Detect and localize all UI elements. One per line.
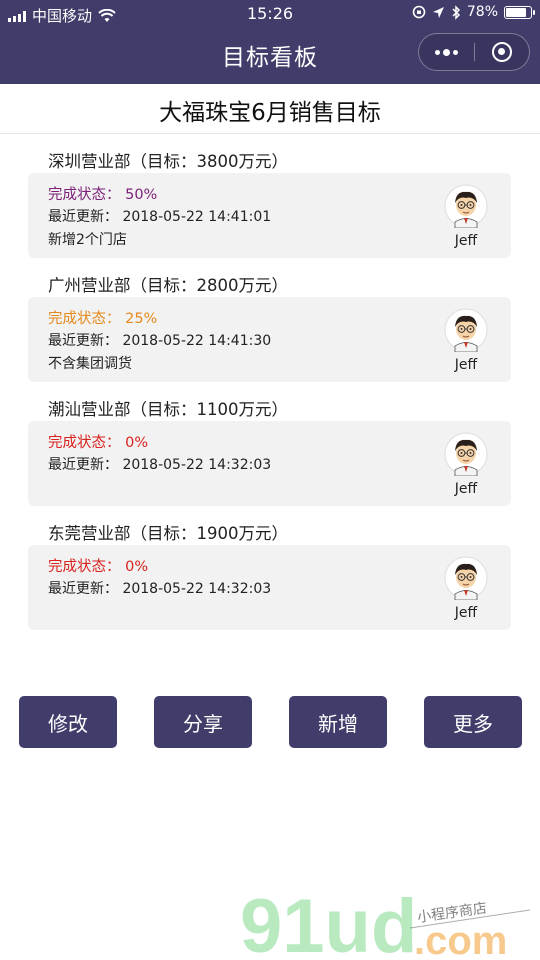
battery-icon [504,5,535,19]
status-line: 完成状态： 50% [48,183,157,204]
miniprogram-capsule [418,33,530,71]
status-label: 完成状态： [48,435,121,451]
bluetooth-icon [452,4,460,20]
location-icon [432,6,444,18]
status-bar: 中国移动 15:26 78% [0,0,540,28]
owner: Jeff [443,308,489,373]
more-button[interactable]: 更多 [424,696,522,748]
share-button[interactable]: 分享 [154,696,252,748]
update-label: 最近更新： [48,457,118,473]
page-title: 大福珠宝6月销售目标 [159,100,381,126]
close-miniprogram-button[interactable] [475,34,530,70]
avatar [444,432,488,477]
department-header: 广州营业部（目标：2800万元） [48,276,288,295]
edit-button[interactable]: 修改 [19,696,117,748]
avatar [444,184,488,229]
status-value: 50% [125,187,158,203]
department-card[interactable]: 完成状态： 50% 最近更新： 2018-05-22 14:41:01 新增2个… [28,173,511,258]
status-value: 25% [125,311,158,327]
department-header: 潮汕营业部（目标：1100万元） [48,400,288,419]
update-time: 2018-05-22 14:32:03 [122,581,272,597]
department-header: 深圳营业部（目标：3800万元） [48,152,288,171]
update-line: 最近更新： 2018-05-22 14:41:01 [48,206,271,226]
status-value: 0% [125,559,149,575]
status-line: 完成状态： 25% [48,307,157,328]
status-line: 完成状态： 0% [48,431,148,452]
update-line: 最近更新： 2018-05-22 14:32:03 [48,454,271,474]
note: 新增2个门店 [48,232,127,248]
update-label: 最近更新： [48,209,118,225]
owner-name: Jeff [454,481,478,497]
status-right: 78% [412,4,535,20]
title-divider [0,133,540,134]
update-time: 2018-05-22 14:32:03 [122,457,272,473]
status-line: 完成状态： 0% [48,555,148,576]
status-label: 完成状态： [48,187,121,203]
avatar [444,556,488,601]
add-button[interactable]: 新增 [289,696,387,748]
owner: Jeff [443,556,489,621]
update-label: 最近更新： [48,581,118,597]
more-dots-icon [434,48,458,56]
update-label: 最近更新： [48,333,118,349]
battery-percent: 78% [466,4,498,20]
action-bar: 修改 分享 新增 更多 [0,696,540,748]
avatar [444,308,488,353]
update-time: 2018-05-22 14:41:30 [122,333,272,349]
status-label: 完成状态： [48,559,121,575]
update-line: 最近更新： 2018-05-22 14:41:30 [48,330,271,350]
owner: Jeff [443,184,489,249]
owner-name: Jeff [454,605,478,621]
owner: Jeff [443,432,489,497]
status-value: 0% [125,435,149,451]
status-label: 完成状态： [48,311,121,327]
update-line: 最近更新： 2018-05-22 14:32:03 [48,578,271,598]
navigation-bar: 中国移动 15:26 78% 目标看板 [0,0,540,84]
owner-name: Jeff [454,233,478,249]
watermark-logo: 91ud .com 小程序商店 [240,884,531,960]
department-card[interactable]: 完成状态： 25% 最近更新： 2018-05-22 14:41:30 不含集团… [28,297,511,382]
watermark-brand: 91ud [240,884,417,960]
note: 不含集团调货 [48,356,132,372]
department-header: 东莞营业部（目标：1900万元） [48,524,288,543]
update-time: 2018-05-22 14:41:01 [122,209,272,225]
department-card[interactable]: 完成状态： 0% 最近更新： 2018-05-22 14:32:03 Jeff [28,545,511,630]
department-card[interactable]: 完成状态： 0% 最近更新： 2018-05-22 14:32:03 Jeff [28,421,511,506]
more-menu-button[interactable] [419,34,474,70]
close-circle-icon [491,42,512,62]
orientation-lock-icon [412,5,426,19]
owner-name: Jeff [454,357,478,373]
